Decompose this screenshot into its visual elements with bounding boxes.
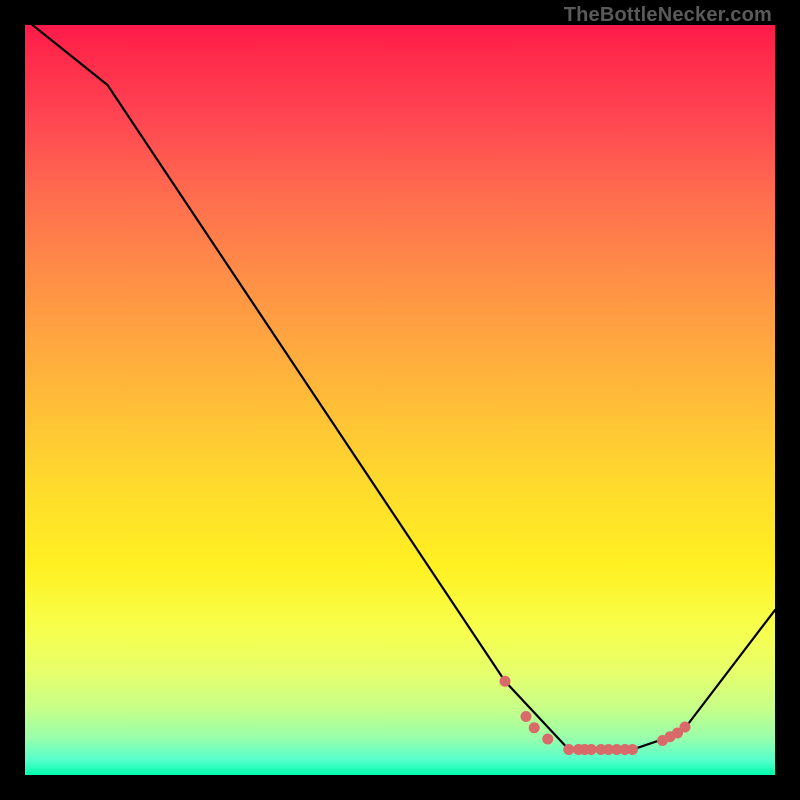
- attribution-text: TheBottleNecker.com: [564, 4, 772, 27]
- plot-gradient-background: [25, 25, 775, 775]
- chart-container: TheBottleNecker.com: [0, 0, 800, 800]
